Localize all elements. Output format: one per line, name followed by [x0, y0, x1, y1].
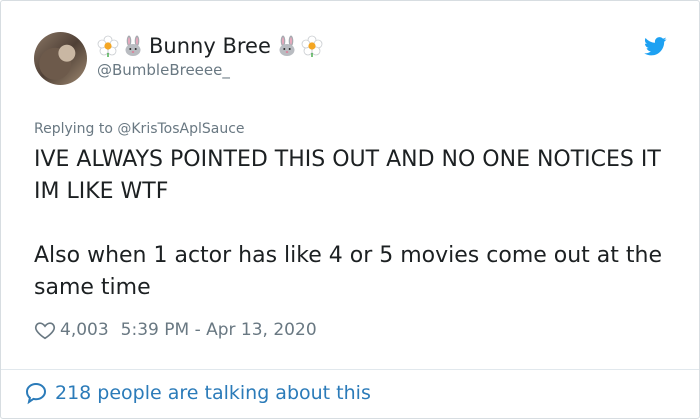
avatar[interactable]: [34, 32, 87, 85]
like-count[interactable]: 4,003: [60, 320, 109, 340]
divider: [1, 369, 699, 370]
heart-icon[interactable]: [34, 319, 56, 341]
rabbit-face-icon: [279, 35, 295, 56]
blossom-icon: [301, 35, 323, 57]
author-name-row[interactable]: Bunny Bree: [97, 32, 323, 60]
blossom-icon: [97, 35, 119, 57]
rabbit-face-icon: [125, 35, 141, 56]
replying-to-line[interactable]: Replying to @KrisTosAplSauce: [34, 121, 245, 137]
author-display-name[interactable]: Bunny Bree: [149, 34, 271, 58]
tweet-paragraph: Also when 1 actor has like 4 or 5 movies…: [34, 243, 662, 300]
tweet-meta: 4,003 5:39 PM - Apr 13, 2020: [34, 319, 317, 341]
twitter-bird-icon[interactable]: [644, 37, 667, 56]
conversation-link[interactable]: 218 people are talking about this: [24, 381, 371, 405]
tweet-paragraph: IVE ALWAYS POINTED THIS OUT AND NO ONE N…: [34, 147, 661, 204]
speech-bubble-icon: [25, 382, 47, 405]
tweet-body: IVE ALWAYS POINTED THIS OUT AND NO ONE N…: [34, 144, 674, 304]
author-handle[interactable]: @BumbleBreeee_: [97, 61, 230, 79]
conversation-text[interactable]: 218 people are talking about this: [55, 382, 371, 404]
tweet-timestamp[interactable]: 5:39 PM - Apr 13, 2020: [121, 320, 317, 340]
tweet-card: Bunny Bree @BumbleBreeee_ Replying to @K…: [0, 0, 700, 419]
